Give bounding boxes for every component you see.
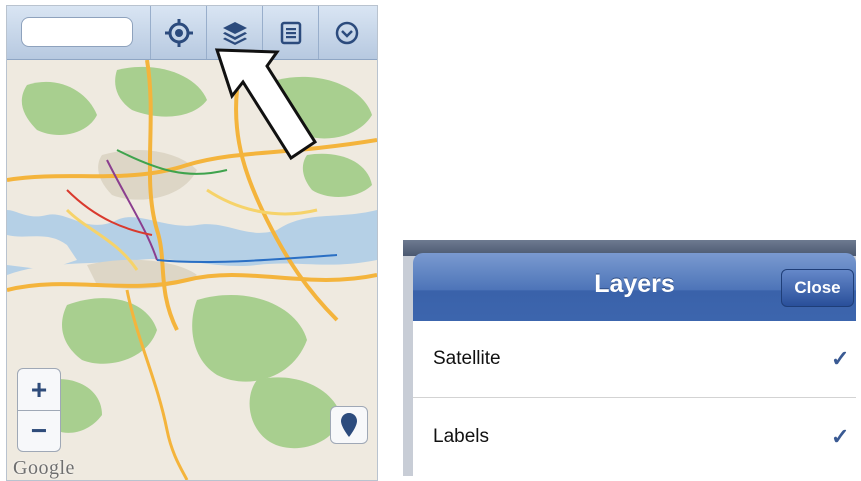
layer-row-satellite[interactable]: Satellite ✓ [413, 321, 856, 398]
layer-label: Satellite [433, 348, 501, 369]
checkmark-icon: ✓ [831, 346, 850, 371]
layer-row-labels[interactable]: Labels ✓ [413, 398, 856, 475]
checkmark-icon: ✓ [831, 423, 850, 449]
close-button[interactable]: Close [781, 269, 854, 307]
zoom-in-button[interactable]: + [18, 369, 60, 411]
layers-list: Satellite ✓ Labels ✓ [413, 321, 856, 476]
zoom-control: + − [17, 368, 61, 452]
layers-sheet: Layers Close Satellite ✓ Labels ✓ [403, 240, 856, 476]
layer-label: Labels [433, 425, 489, 447]
google-attribution: Google [13, 457, 75, 479]
map-pin-icon [341, 413, 357, 437]
locate-icon [165, 18, 193, 47]
annotation-arrow-icon [214, 48, 318, 161]
layers-nav-bar: Layers Close [413, 253, 856, 327]
chevron-down-circle-icon [335, 21, 359, 44]
search-input[interactable] [21, 17, 133, 47]
more-button[interactable] [318, 6, 375, 59]
zoom-out-button[interactable]: − [18, 410, 60, 451]
drop-pin-button[interactable] [330, 406, 368, 444]
